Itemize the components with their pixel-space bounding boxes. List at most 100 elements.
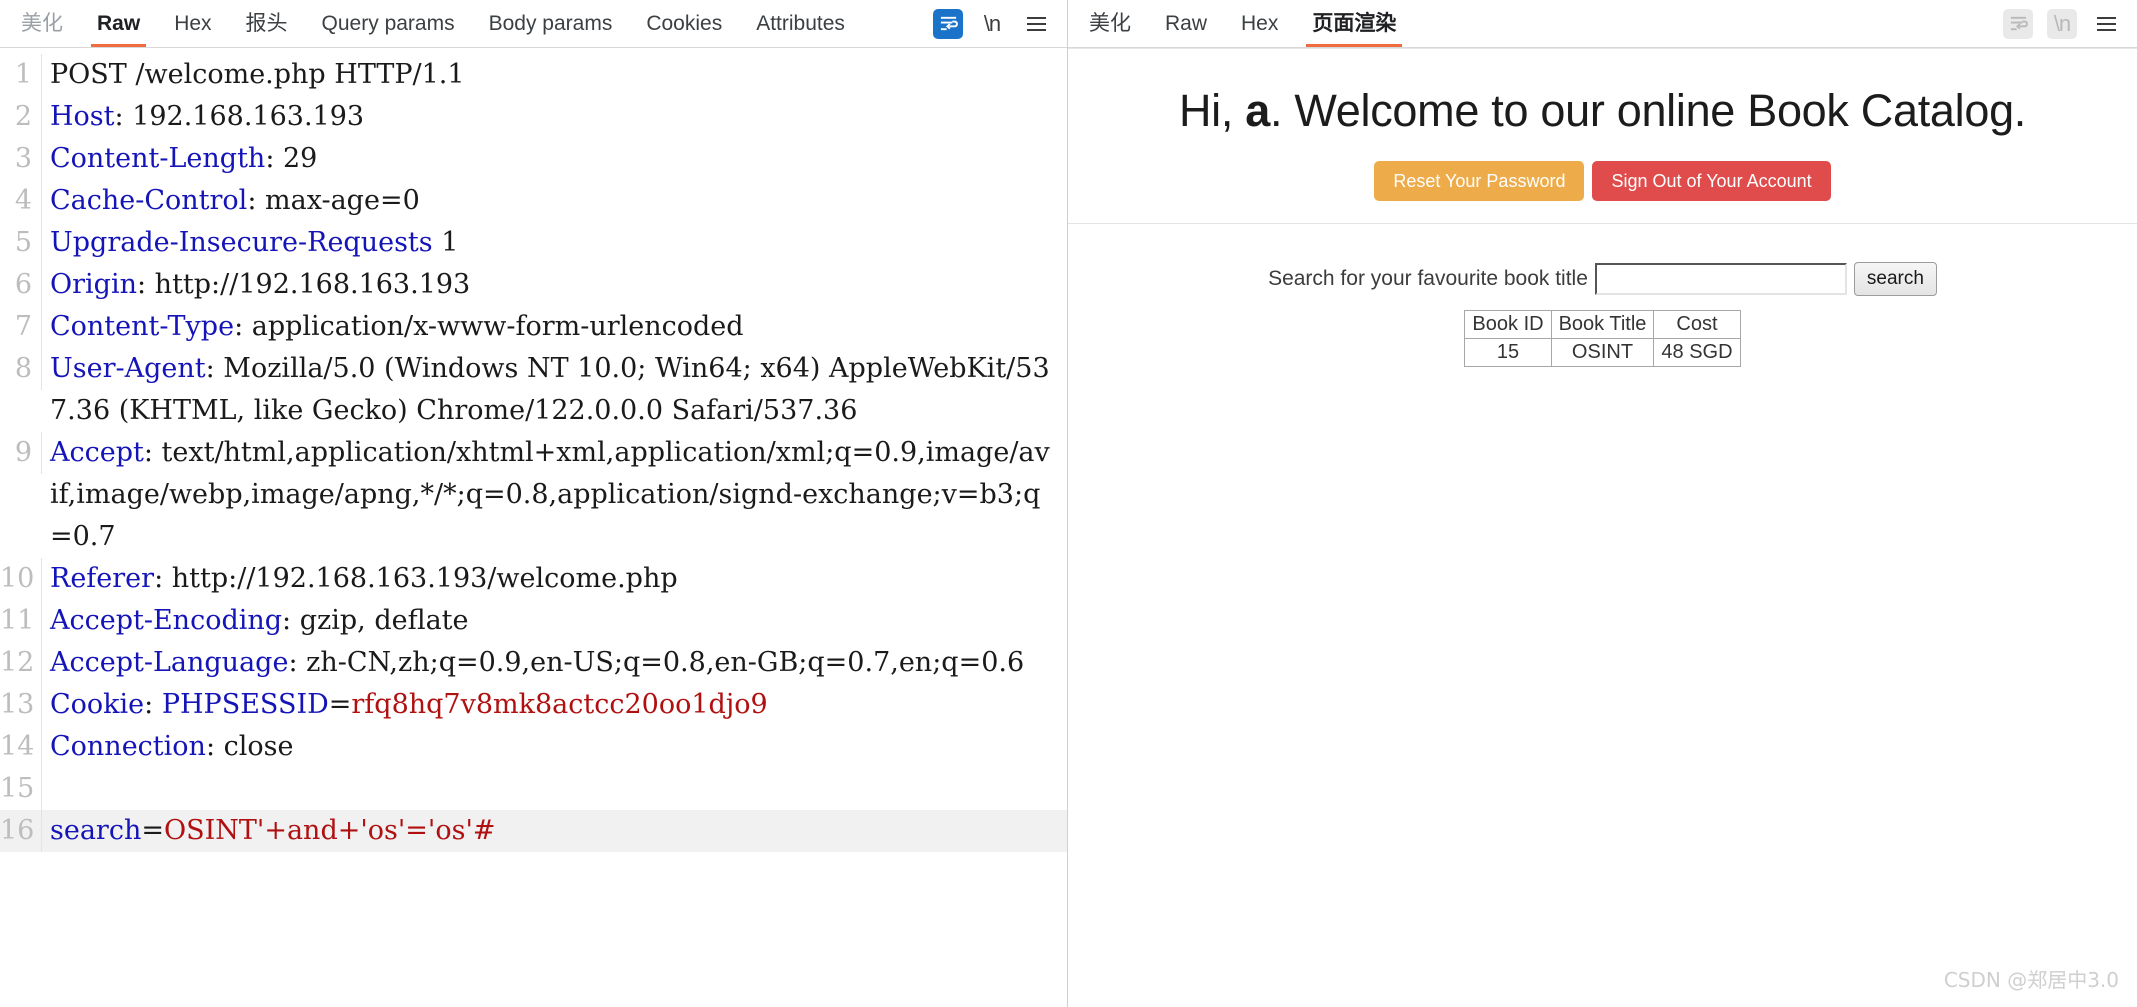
newline-label: \n	[983, 10, 1001, 36]
raw-line: 14 Connection: close	[0, 726, 1067, 768]
line-content: search=OSINT'+and+'os'='os'#	[42, 810, 496, 852]
response-tab-beautify[interactable]: 美化	[1072, 0, 1148, 47]
line-content: Connection: close	[42, 726, 293, 768]
raw-line: 4 Cache-Control: max-age=0	[0, 180, 1067, 222]
table-cell: OSINT	[1550, 337, 1655, 367]
raw-line: 8 User-Agent: Mozilla/5.0 (Windows NT 10.…	[0, 348, 1067, 432]
response-tabbar-spacer	[1413, 0, 2003, 47]
tab-attributes[interactable]: Attributes	[739, 0, 862, 47]
line-segment: User-Agent	[50, 353, 206, 384]
app-root: Request 美化 Raw Hex 报头 Query params Body …	[0, 0, 2137, 1007]
page-title: Hi, a. Welcome to our online Book Catalo…	[1068, 85, 2137, 137]
rendered-page-frame: Hi, a. Welcome to our online Book Catalo…	[1068, 48, 2137, 1007]
response-tab-raw-label: Raw	[1165, 12, 1208, 35]
line-segment: : 29	[265, 143, 318, 174]
line-segment: Upgrade-Insecure-Requests	[50, 227, 433, 258]
tab-hex[interactable]: Hex	[157, 0, 228, 47]
line-content: Upgrade-Insecure-Requests 1	[42, 222, 458, 264]
line-content: POST /welcome.php HTTP/1.1	[42, 54, 465, 96]
table-row: 15 OSINT 48 SGD	[1464, 337, 1741, 367]
line-segment: 1	[432, 227, 459, 258]
line-number: 11	[0, 600, 42, 642]
line-number: 9	[0, 432, 42, 474]
tab-raw[interactable]: Raw	[80, 0, 157, 47]
search-input[interactable]	[1594, 262, 1847, 295]
line-content: Accept-Language: zh-CN,zh;q=0.9,en-US;q=…	[42, 642, 1024, 684]
raw-request-editor[interactable]: 1 POST /welcome.php HTTP/1.1 2 Host: 192.16…	[0, 48, 1067, 1007]
request-panel: Request 美化 Raw Hex 报头 Query params Body …	[0, 0, 1068, 1007]
line-segment: =	[328, 689, 352, 720]
line-number: 15	[0, 768, 42, 810]
results-table-wrap: Book ID Book Title Cost 15 OSINT 48 SGD	[1068, 309, 2137, 367]
raw-line: 6 Origin: http://192.168.163.193	[0, 264, 1067, 306]
line-segment: Content-Type	[50, 311, 235, 342]
response-newline-label: \n	[2053, 10, 2071, 36]
hero-buttons: Reset Your Password Sign Out of Your Acc…	[1068, 160, 2137, 201]
line-segment: : application/x-www-form-urlencoded	[234, 311, 744, 342]
word-wrap-icon[interactable]	[933, 8, 963, 39]
line-content: Content-Length: 29	[42, 138, 317, 180]
search-label: Search for your favourite book title	[1268, 266, 1588, 290]
tab-raw-label: Raw	[97, 12, 141, 35]
line-segment: OSINT'+and+'os'='os'#	[163, 815, 496, 846]
reset-password-button[interactable]: Reset Your Password	[1374, 160, 1585, 201]
hamburger-menu-icon[interactable]	[1021, 9, 1051, 39]
line-segment: Connection	[50, 731, 206, 762]
line-content: Referer: http://192.168.163.193/welcome.…	[42, 558, 678, 600]
tab-headers-label: 报头	[245, 11, 288, 35]
response-tab-raw[interactable]: Raw	[1148, 0, 1224, 47]
response-tab-render-label: 页面渲染	[1312, 11, 1397, 35]
line-number: 2	[0, 96, 42, 138]
line-segment: : http://192.168.163.193	[137, 269, 471, 300]
line-segment: =	[141, 815, 164, 846]
response-tab-hex-label: Hex	[1241, 12, 1279, 35]
results-table-head: Book ID Book Title Cost	[1464, 309, 1741, 339]
line-segment: Accept-Language	[50, 647, 289, 678]
page-title-suffix: . Welcome to our online Book Catalog.	[1270, 85, 2027, 136]
tab-hex-label: Hex	[174, 12, 212, 35]
response-word-wrap-icon[interactable]	[2003, 8, 2033, 39]
line-segment: : zh-CN,zh;q=0.9,en-US;q=0.8,en-GB;q=0.7…	[288, 647, 1025, 678]
line-segment: Accept	[50, 437, 144, 468]
response-tab-beautify-label: 美化	[1089, 11, 1131, 35]
tab-cookies-label: Cookies	[646, 12, 723, 35]
raw-line: 1 POST /welcome.php HTTP/1.1	[0, 54, 1067, 96]
line-segment: : http://192.168.163.193/welcome.php	[154, 563, 678, 594]
line-number: 16	[0, 810, 42, 852]
line-content: User-Agent: Mozilla/5.0 (Windows NT 10.0…	[42, 348, 1052, 432]
tab-headers[interactable]: 报头	[229, 0, 305, 47]
line-number: 12	[0, 642, 42, 684]
line-segment: Content-Length	[50, 143, 266, 174]
tab-body-params[interactable]: Body params	[472, 0, 630, 47]
page-title-prefix: Hi,	[1178, 85, 1246, 136]
line-content: Content-Type: application/x-www-form-url…	[42, 306, 744, 348]
raw-line: 3 Content-Length: 29	[0, 138, 1067, 180]
response-tab-hex[interactable]: Hex	[1224, 0, 1295, 47]
table-cell: 48 SGD	[1653, 337, 1741, 367]
results-table-body: 15 OSINT 48 SGD	[1464, 337, 1741, 367]
line-number: 5	[0, 222, 42, 264]
response-tabbar: 美化 Raw Hex 页面渲染 \n	[1068, 0, 2137, 48]
line-content: Cookie: PHPSESSID=rfq8hq7v8mk8actcc20oo1…	[42, 684, 768, 726]
tab-query-params[interactable]: Query params	[305, 0, 472, 47]
response-newline-toggle-icon[interactable]: \n	[2047, 8, 2077, 39]
newline-toggle-icon[interactable]: \n	[977, 9, 1007, 39]
page-hero: Hi, a. Welcome to our online Book Catalo…	[1068, 49, 2137, 224]
raw-line: 16 search=OSINT'+and+'os'='os'#	[0, 810, 1067, 852]
tab-beautify[interactable]: 美化	[4, 0, 80, 47]
raw-line: 5 Upgrade-Insecure-Requests 1	[0, 222, 1067, 264]
tab-cookies[interactable]: Cookies	[629, 0, 739, 47]
tab-beautify-label: 美化	[21, 11, 63, 35]
table-header-row: Book ID Book Title Cost	[1464, 309, 1741, 339]
response-hamburger-menu-icon[interactable]	[2091, 9, 2121, 39]
search-submit-button[interactable]: search	[1853, 261, 1937, 296]
line-segment: Accept-Encoding	[50, 605, 283, 636]
line-segment: Cookie	[50, 689, 145, 720]
line-number: 13	[0, 684, 42, 726]
response-tab-render[interactable]: 页面渲染	[1295, 0, 1413, 47]
sign-out-button[interactable]: Sign Out of Your Account	[1592, 160, 1831, 201]
line-number: 7	[0, 306, 42, 348]
response-panel: Response 美化 Raw Hex 页面渲染 \n	[1068, 0, 2137, 1007]
raw-line: 10 Referer: http://192.168.163.193/welcom…	[0, 558, 1067, 600]
line-content: Accept: text/html,application/xhtml+xml,…	[42, 432, 1052, 558]
